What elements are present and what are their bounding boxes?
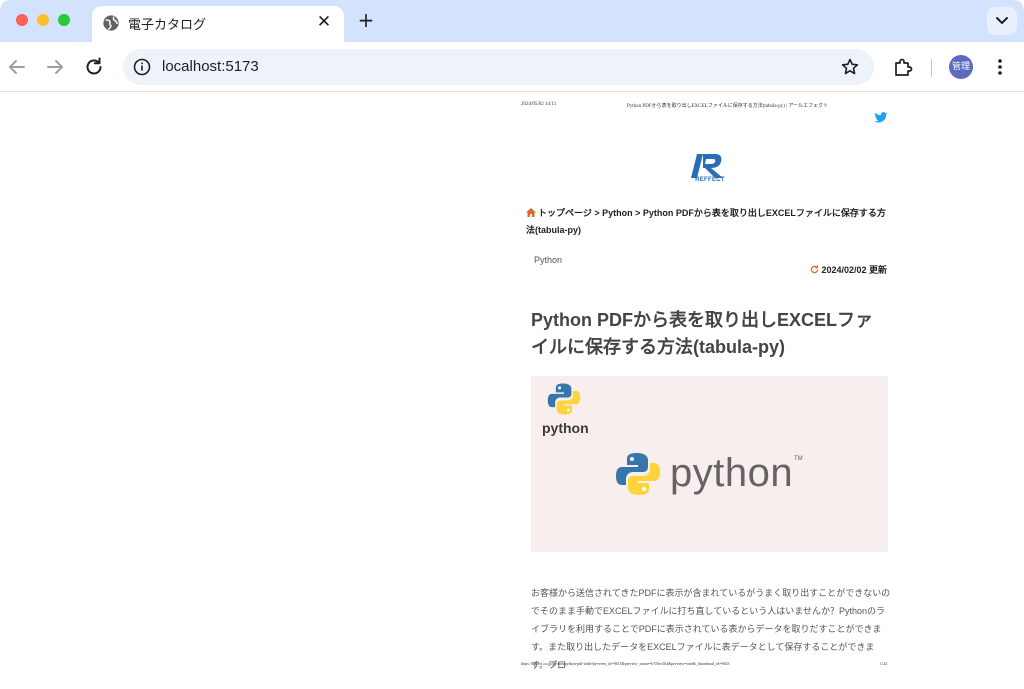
close-window-button[interactable] [16,14,28,26]
kebab-menu-icon[interactable] [990,55,1010,79]
tab-search-button[interactable] [987,7,1017,35]
close-tab-button[interactable]: ✕ [314,12,334,32]
post-title: Python PDFから表を取り出しEXCELファイルに保存する方法(tabul… [531,310,874,357]
trademark-mark: TM [794,456,803,462]
twitter-icon[interactable] [874,112,888,124]
toolbar-divider [931,59,932,77]
puzzle-icon[interactable] [892,56,914,78]
zoom-window-button[interactable] [58,14,70,26]
breadcrumb-home[interactable]: トップページ [538,208,592,218]
browser-toolbar: localhost:5173 管理 [0,42,1024,92]
address-bar[interactable]: localhost:5173 [123,49,874,85]
chevron-down-icon [996,17,1008,25]
category-tag[interactable]: Python [534,255,562,265]
reffect-logo-text: REFFECT [695,177,725,183]
globe-icon [103,15,119,31]
refresh-icon [811,265,819,274]
breadcrumb-separator: > [591,208,603,218]
print-footer-page: 1/24 [879,661,887,666]
star-icon[interactable] [840,57,860,77]
minimize-window-button[interactable] [37,14,49,26]
python-wordmark: python [670,451,794,495]
updated-date: 2024/02/02 更新 [810,263,887,276]
print-header-date: 2024/05/02 14:11 [521,102,557,107]
new-tab-button[interactable]: + [355,9,377,31]
profile-avatar[interactable]: 管理 [949,55,973,79]
reload-icon[interactable] [82,55,106,79]
breadcrumb-separator: > [632,208,643,218]
arrow-left-icon[interactable] [5,55,29,79]
tab-strip: 電子カタログ ✕ + [0,0,1024,42]
home-icon [526,208,536,217]
page-viewport: 2024/05/02 14:11 Python PDFから表を取り出しEXCEL… [0,93,1024,689]
breadcrumb: トップページ > Python > Python PDFから表を取り出しEXCE… [526,205,891,239]
python-small-wordmark: python [542,420,589,436]
url-text[interactable]: localhost:5173 [162,58,259,75]
info-icon[interactable] [132,57,152,77]
tab-active[interactable]: 電子カタログ ✕ [92,6,344,42]
updated-date-text: 2024/02/02 更新 [821,265,887,275]
pdf-page: 2024/05/02 14:11 Python PDFから表を取り出しEXCEL… [515,93,895,689]
python-logo-icon [616,453,660,495]
eyecatch-image: python python TM [531,376,888,552]
arrow-right-icon[interactable] [43,55,67,79]
tab-title: 電子カタログ [128,18,207,33]
print-footer-url: https://reffect.co.jp/python/python-pdf-… [521,661,730,666]
breadcrumb-category[interactable]: Python [602,208,633,218]
print-header-title: Python PDFから表を取り出しEXCELファイルに保存する方法(tabul… [627,104,829,109]
python-logo-icon [547,383,581,415]
